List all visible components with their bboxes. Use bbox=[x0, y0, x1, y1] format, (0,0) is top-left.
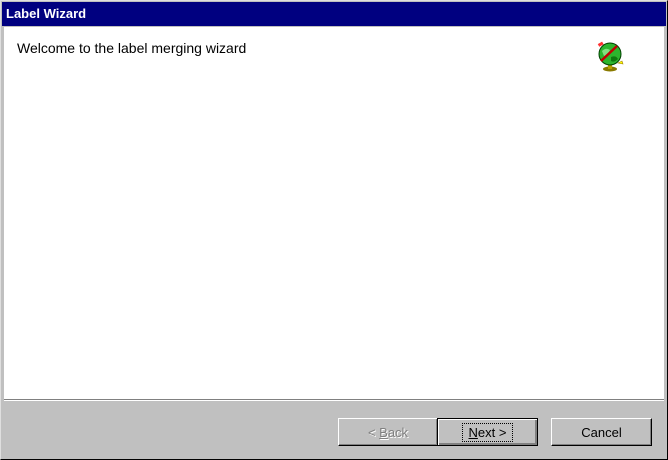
wizard-content-panel: Welcome to the label merging wizard bbox=[4, 27, 664, 400]
next-button[interactable]: Next > bbox=[437, 418, 538, 446]
cancel-label: Cancel bbox=[581, 424, 622, 440]
next-label: ext bbox=[477, 424, 496, 440]
next-accel: N bbox=[468, 424, 478, 440]
back-label: ack bbox=[387, 424, 409, 440]
button-bar: < Back Next > Cancel bbox=[4, 400, 664, 458]
label-wizard-window: Label Wizard Welcome to the label mergin… bbox=[0, 0, 668, 460]
cancel-button[interactable]: Cancel bbox=[551, 418, 652, 446]
back-arrow: < bbox=[367, 424, 376, 440]
welcome-message: Welcome to the label merging wizard bbox=[17, 40, 247, 56]
next-focus-rect: Next > bbox=[461, 422, 514, 442]
back-accel: B bbox=[379, 424, 388, 440]
globe-wand-icon bbox=[597, 41, 624, 72]
next-arrow: > bbox=[498, 424, 507, 440]
window-title: Label Wizard bbox=[6, 6, 87, 21]
back-button[interactable]: < Back bbox=[338, 418, 438, 446]
title-bar[interactable]: Label Wizard bbox=[2, 2, 666, 26]
